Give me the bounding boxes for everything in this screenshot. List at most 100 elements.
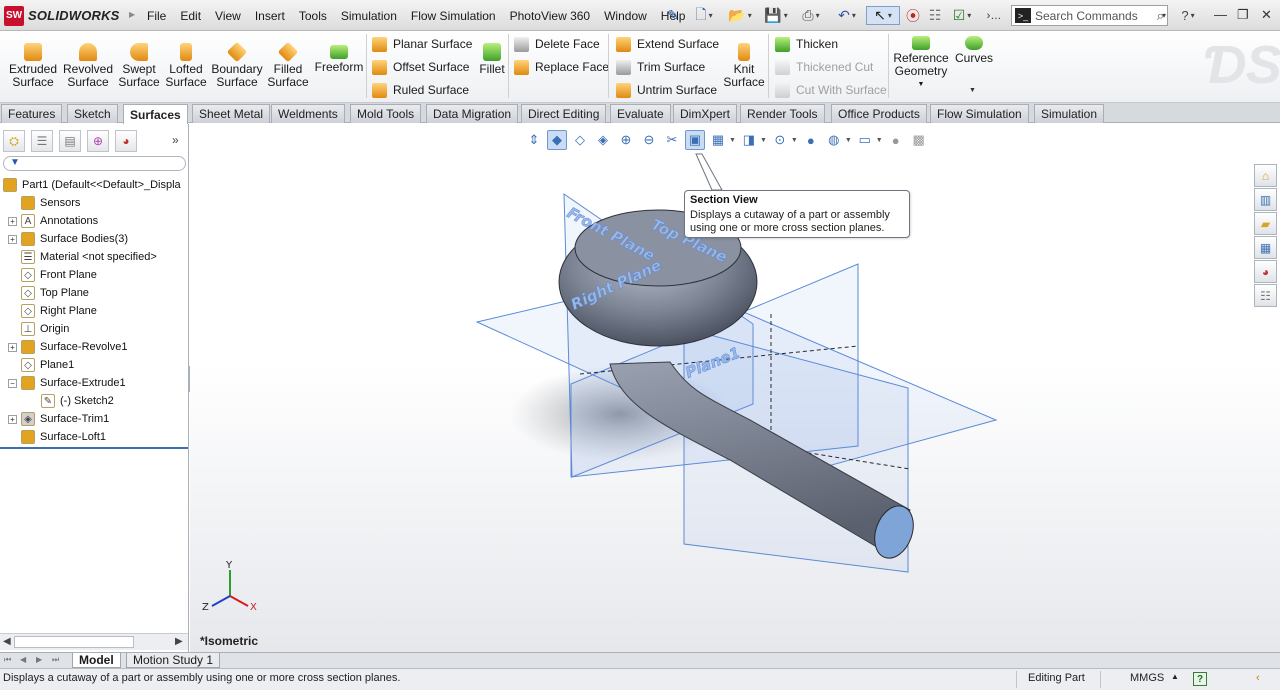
chevron-up-icon[interactable]: ▲ — [1171, 672, 1179, 681]
menu-file[interactable]: File — [140, 9, 173, 23]
scroll-left-icon[interactable]: ◀ — [3, 636, 11, 647]
measure-icon[interactable]: ✂ — [662, 130, 682, 150]
save-button[interactable]: 💾 ▾ — [760, 6, 792, 25]
help-button[interactable]: ? ▾ — [1176, 6, 1200, 25]
tab-surfaces[interactable]: Surfaces — [123, 104, 188, 124]
tree-item[interactable]: + Surface Bodies(3) — [8, 230, 128, 248]
new-document-button[interactable]: 🗋 ▾ — [688, 6, 720, 25]
tree-filter-input[interactable]: ▼ — [3, 156, 186, 171]
tree-item[interactable]: + A Annotations — [8, 212, 98, 230]
reference-geometry-button[interactable]: Reference Geometry ▼ — [893, 36, 949, 91]
view-orientation-dropdown-icon[interactable]: ▦ — [708, 130, 728, 150]
scroll-thumb[interactable] — [14, 636, 134, 648]
menu-insert[interactable]: Insert — [248, 9, 292, 23]
extend-surface-button[interactable]: Extend Surface — [616, 35, 719, 53]
zoom-to-fit-icon[interactable]: ⇕ — [524, 130, 544, 150]
expand-icon[interactable]: + — [8, 414, 17, 424]
zoom-in-icon[interactable]: ⊕ — [616, 130, 636, 150]
shadows-icon[interactable]: ▩ — [909, 130, 929, 150]
tab-data-migration[interactable]: Data Migration — [426, 104, 519, 123]
first-tab-icon[interactable]: ⏮ — [4, 655, 11, 665]
chevron-down-icon[interactable]: ▼ — [969, 87, 976, 94]
open-button[interactable]: 📂 ▾ — [724, 6, 756, 25]
dimxpert-manager-tab-icon[interactable]: ⊕ — [87, 130, 109, 152]
collapse-icon[interactable]: − — [8, 378, 17, 388]
minimize-icon[interactable]: — — [1214, 7, 1227, 22]
revolved-surface-button[interactable]: Revolved Surface — [62, 43, 114, 89]
design-library-icon[interactable]: ▥ — [1254, 188, 1277, 211]
thickened-cut-button[interactable]: Thickened Cut — [775, 58, 873, 76]
tree-item[interactable]: ☰ Material <not specified> — [8, 248, 157, 266]
search-options-chevron-icon[interactable]: ▾ — [1158, 6, 1170, 25]
tab-mold-tools[interactable]: Mold Tools — [350, 104, 422, 123]
file-properties-button[interactable]: ☷ — [926, 6, 944, 25]
swept-surface-button[interactable]: Swept Surface — [117, 43, 161, 89]
tree-item[interactable]: Sensors — [8, 194, 80, 212]
rollback-bar[interactable] — [0, 447, 188, 449]
thicken-button[interactable]: Thicken — [775, 35, 838, 53]
custom-properties-icon[interactable]: ☷ — [1254, 284, 1277, 307]
print-button[interactable]: ⎙ ▾ — [796, 6, 826, 25]
tab-sketch[interactable]: Sketch — [67, 104, 118, 123]
restore-icon[interactable]: ❐ — [1237, 7, 1249, 23]
filled-surface-button[interactable]: Filled Surface — [266, 41, 310, 89]
menu-photoview[interactable]: PhotoView 360 — [503, 9, 598, 23]
tree-item[interactable]: ⊥ Origin — [8, 320, 69, 338]
display-manager-tab-icon[interactable]: ◕ — [115, 130, 137, 152]
chevron-down-icon[interactable]: ▼ — [791, 137, 798, 144]
lofted-surface-button[interactable]: Lofted Surface — [164, 43, 208, 89]
search-input[interactable]: Search Commands — [1035, 9, 1157, 23]
expand-icon[interactable]: + — [8, 216, 17, 226]
chevron-down-icon[interactable]: ▼ — [760, 137, 767, 144]
tree-item[interactable]: + ◈ Surface-Trim1 — [8, 410, 109, 428]
next-tab-icon[interactable]: ▶ — [36, 655, 42, 664]
tab-flow-simulation[interactable]: Flow Simulation — [930, 104, 1029, 123]
doc-close-icon[interactable]: ✕ — [1264, 124, 1278, 127]
unit-system[interactable]: MMGS — [1130, 672, 1164, 684]
options-button[interactable]: ☑ ▾ — [948, 6, 976, 25]
edit-appearance-icon[interactable]: ● — [801, 130, 821, 150]
menu-simulation[interactable]: Simulation — [334, 9, 404, 23]
zoom-area-icon[interactable]: ◈ — [593, 130, 613, 150]
tree-item[interactable]: + Surface-Revolve1 — [8, 338, 127, 356]
curves-button[interactable]: Curves — [954, 36, 994, 65]
solidworks-logo[interactable]: SW SOLIDWORKS — [4, 5, 126, 26]
zoom-out-icon[interactable]: ⊖ — [639, 130, 659, 150]
planar-surface-button[interactable]: Planar Surface — [372, 35, 472, 53]
resources-icon[interactable]: ⌂ — [1254, 164, 1277, 187]
last-tab-icon[interactable]: ⏭ — [52, 655, 59, 665]
more-button[interactable]: ›… — [984, 6, 1004, 25]
untrim-surface-button[interactable]: Untrim Surface — [616, 81, 717, 99]
expand-panel-icon[interactable]: » — [172, 133, 179, 147]
tile-right-icon[interactable]: ◨ — [1192, 124, 1206, 127]
chevron-down-icon[interactable]: ▼ — [918, 78, 925, 91]
knit-surface-button[interactable]: Knit Surface — [722, 43, 766, 89]
pushpin-icon[interactable]: ✎ — [664, 6, 682, 25]
undo-button[interactable]: ↶ ▾ — [832, 6, 862, 25]
tab-weldments[interactable]: Weldments — [271, 104, 345, 123]
menu-tools[interactable]: Tools — [292, 9, 334, 23]
tab-evaluate[interactable]: Evaluate — [610, 104, 671, 123]
view-settings-icon[interactable]: ▭ — [855, 130, 875, 150]
doc-minimize-icon[interactable]: — — [1216, 124, 1230, 127]
scroll-right-icon[interactable]: ▶ — [175, 636, 183, 647]
ruled-surface-button[interactable]: Ruled Surface — [372, 81, 469, 99]
tree-item[interactable]: Surface-Loft1 — [8, 428, 106, 446]
prev-tab-icon[interactable]: ◀ — [20, 655, 26, 664]
chevron-down-icon[interactable]: ▼ — [876, 137, 883, 144]
boundary-surface-button[interactable]: Boundary Surface — [211, 41, 263, 89]
tab-render-tools[interactable]: Render Tools — [740, 104, 825, 123]
tab-model[interactable]: Model — [72, 653, 121, 668]
tree-item[interactable]: ◇ Top Plane — [8, 284, 89, 302]
tab-sheet-metal[interactable]: Sheet Metal — [192, 104, 271, 123]
tree-item[interactable]: Part1 (Default<<Default>_Displa — [3, 176, 181, 194]
tab-motion-study[interactable]: Motion Study 1 — [126, 653, 221, 668]
property-manager-tab-icon[interactable]: ☰ — [31, 130, 53, 152]
hide-show-items-icon[interactable]: ⊙ — [770, 130, 790, 150]
view-palette-icon[interactable]: ▦ — [1254, 236, 1277, 259]
tab-direct-editing[interactable]: Direct Editing — [521, 104, 607, 123]
tile-left-icon[interactable]: ◫ — [1168, 124, 1182, 127]
chevron-down-icon[interactable]: ▼ — [729, 137, 736, 144]
graphics-area[interactable]: Front Plane Top Plane Right Plane Plane1… — [190, 124, 1280, 652]
pin-icon[interactable]: ▸ — [129, 7, 135, 21]
